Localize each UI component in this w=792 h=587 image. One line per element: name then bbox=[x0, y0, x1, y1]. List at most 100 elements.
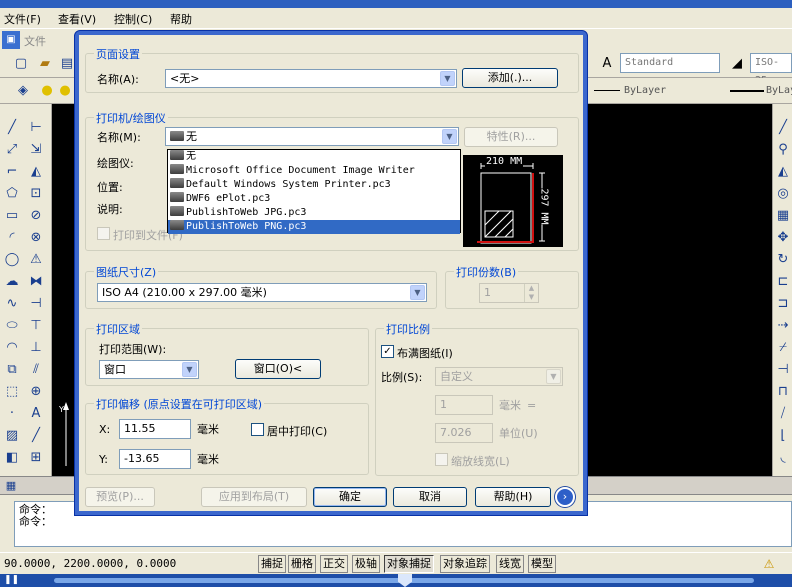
printer-option-selected[interactable]: PublishToWeb PNG.pc3 bbox=[168, 220, 460, 234]
bulb-icon[interactable]: ● bbox=[38, 82, 56, 100]
hatch-icon[interactable]: ▨ bbox=[2, 426, 22, 446]
layer-manager-icon[interactable]: ◈ bbox=[14, 82, 32, 100]
right-tool-move-icon[interactable]: ✥ bbox=[773, 228, 792, 248]
paper-size-combo[interactable]: ISO A4 (210.00 x 297.00 毫米) ▼ bbox=[97, 283, 427, 302]
right-tool-break-icon[interactable]: ⊓ bbox=[773, 382, 792, 402]
chevron-down-icon[interactable]: ▼ bbox=[546, 369, 561, 384]
apply-to-layout-button[interactable]: 应用到布局(T) bbox=[201, 487, 307, 507]
right-tool-extend-icon[interactable]: ⊣ bbox=[773, 360, 792, 380]
arc-icon[interactable]: ◜ bbox=[2, 228, 22, 248]
make-block-icon[interactable]: ⬚ bbox=[2, 382, 22, 402]
open-icon[interactable]: ▰ bbox=[36, 55, 54, 73]
right-tool-join-icon[interactable]: ⧸ bbox=[773, 404, 792, 424]
status-grid[interactable]: 栅格 bbox=[288, 555, 316, 573]
chevron-down-icon[interactable]: ▼ bbox=[410, 285, 425, 300]
trim-icon[interactable]: ⊤ bbox=[26, 316, 46, 336]
printer-option[interactable]: PublishToWeb JPG.pc3 bbox=[168, 206, 460, 220]
printer-dropdown-list[interactable]: 无 Microsoft Office Document Image Writer… bbox=[167, 149, 461, 234]
color-combo[interactable]: ByLayer bbox=[624, 85, 666, 96]
warning-icon[interactable]: ⚠ bbox=[760, 555, 778, 573]
page-setup-name-combo[interactable]: <无> ▼ bbox=[165, 69, 457, 88]
status-lineweight[interactable]: 线宽 bbox=[496, 555, 524, 573]
printer-option[interactable]: Default Windows System Printer.pc3 bbox=[168, 178, 460, 192]
spline-icon[interactable]: ∿ bbox=[2, 294, 22, 314]
playback-thumb[interactable] bbox=[398, 574, 412, 587]
status-model[interactable]: 模型 bbox=[528, 555, 556, 573]
scale-lineweights-checkbox[interactable] bbox=[435, 453, 448, 466]
right-tool-erase-icon[interactable]: ╱ bbox=[773, 118, 792, 138]
ellipse-arc-icon[interactable]: ◠ bbox=[2, 338, 22, 358]
text-style-combo[interactable]: Standard bbox=[620, 53, 720, 73]
right-tool-lengthen-icon[interactable]: ⇢ bbox=[773, 316, 792, 336]
help-button[interactable]: 帮助(H) bbox=[475, 487, 551, 507]
offset-icon[interactable]: ⊡ bbox=[26, 184, 46, 204]
menu-control[interactable]: 控制(C) bbox=[114, 11, 152, 27]
cancel-button[interactable]: 取消 bbox=[393, 487, 467, 507]
right-tool-fillet-icon[interactable]: ◟ bbox=[773, 448, 792, 468]
fit-to-paper-checkbox[interactable]: ✓ bbox=[381, 345, 394, 358]
lineweight-combo[interactable]: ByLay bbox=[766, 85, 792, 96]
printer-option[interactable]: Microsoft Office Document Image Writer bbox=[168, 164, 460, 178]
printer-name-combo[interactable]: 无 ▼ bbox=[165, 127, 459, 146]
status-polar[interactable]: 极轴 bbox=[352, 555, 380, 573]
explode-icon[interactable]: ⊞ bbox=[26, 448, 46, 468]
layout-nav-icon[interactable]: ▦ bbox=[2, 477, 20, 495]
array-icon[interactable]: ⊘ bbox=[26, 206, 46, 226]
right-tool-scale-icon[interactable]: ⊏ bbox=[773, 272, 792, 292]
menu-view[interactable]: 查看(V) bbox=[58, 11, 96, 27]
scale-combo[interactable]: 自定义 ▼ bbox=[435, 367, 563, 386]
spinner-arrows-icon[interactable]: ▲ ▼ bbox=[524, 284, 538, 302]
right-tool-array-icon[interactable]: ▦ bbox=[773, 206, 792, 226]
region-icon[interactable]: ◧ bbox=[2, 448, 22, 468]
break-icon[interactable]: ⫽ bbox=[26, 360, 46, 380]
window-pick-button[interactable]: 窗口(O)< bbox=[235, 359, 321, 379]
copy-icon[interactable]: ⇲ bbox=[26, 140, 46, 160]
join-icon[interactable]: ⊕ bbox=[26, 382, 46, 402]
right-tool-mirror-icon[interactable]: ◭ bbox=[773, 162, 792, 182]
insert-block-icon[interactable]: ⧉ bbox=[2, 360, 22, 380]
scale-icon[interactable]: ⧓ bbox=[26, 272, 46, 292]
plot-range-combo[interactable]: 窗口 ▼ bbox=[99, 360, 199, 379]
sun-icon[interactable]: ● bbox=[56, 82, 74, 100]
status-snap[interactable]: 捕捉 bbox=[258, 555, 286, 573]
extend-icon[interactable]: ⊥ bbox=[26, 338, 46, 358]
polygon-icon[interactable]: ⬠ bbox=[2, 184, 22, 204]
plot-to-file-checkbox[interactable] bbox=[97, 227, 110, 240]
dim-style-combo[interactable]: ISO-25 bbox=[750, 53, 792, 86]
add-page-setup-button[interactable]: 添加(.)... bbox=[462, 68, 558, 88]
chevron-down-icon[interactable]: ▼ bbox=[440, 71, 455, 86]
scale-paper-units-input[interactable]: 1 bbox=[435, 395, 493, 415]
mirror-icon[interactable]: ◭ bbox=[26, 162, 46, 182]
right-tool-offset-icon[interactable]: ◎ bbox=[773, 184, 792, 204]
line-icon[interactable]: ╱ bbox=[2, 118, 22, 138]
polyline-icon[interactable]: ⌐ bbox=[2, 162, 22, 182]
printer-option[interactable]: DWF6 ePlot.pc3 bbox=[168, 192, 460, 206]
rectangle-icon[interactable]: ▭ bbox=[2, 206, 22, 226]
right-tool-copy-icon[interactable]: ⚲ bbox=[773, 140, 792, 160]
chamfer-icon[interactable]: A bbox=[26, 404, 46, 424]
printer-option[interactable]: 无 bbox=[168, 150, 460, 164]
rotate-icon[interactable]: ⚠ bbox=[26, 250, 46, 270]
doc-menu-file[interactable]: 文件 bbox=[24, 33, 46, 49]
scale-drawing-units-input[interactable]: 7.026 bbox=[435, 423, 493, 443]
offset-x-input[interactable]: 11.55 bbox=[119, 419, 191, 439]
fillet-icon[interactable]: ╱ bbox=[26, 426, 46, 446]
construction-line-icon[interactable]: ⤢ bbox=[2, 140, 22, 160]
status-ortho[interactable]: 正交 bbox=[320, 555, 348, 573]
circle-icon[interactable]: ◯ bbox=[2, 250, 22, 270]
ok-button[interactable]: 确定 bbox=[313, 487, 387, 507]
printer-properties-button[interactable]: 特性(R)... bbox=[464, 127, 558, 147]
menu-file[interactable]: 文件(F) bbox=[4, 11, 41, 27]
status-otrack[interactable]: 对象追踪 bbox=[440, 555, 490, 573]
chevron-down-icon[interactable]: ▼ bbox=[182, 362, 197, 377]
status-osnap[interactable]: 对象捕捉 bbox=[384, 555, 434, 573]
revcloud-icon[interactable]: ☁ bbox=[2, 272, 22, 292]
move-icon[interactable]: ⊗ bbox=[26, 228, 46, 248]
center-plot-checkbox[interactable] bbox=[251, 423, 264, 436]
more-options-icon[interactable]: › bbox=[555, 487, 575, 507]
offset-y-input[interactable]: -13.65 bbox=[119, 449, 191, 469]
right-tool-rotate-icon[interactable]: ↻ bbox=[773, 250, 792, 270]
right-tool-chamfer-icon[interactable]: ⌊ bbox=[773, 426, 792, 446]
right-tool-trim-icon[interactable]: ⌿ bbox=[773, 338, 792, 358]
chevron-down-icon[interactable]: ▼ bbox=[442, 129, 457, 144]
